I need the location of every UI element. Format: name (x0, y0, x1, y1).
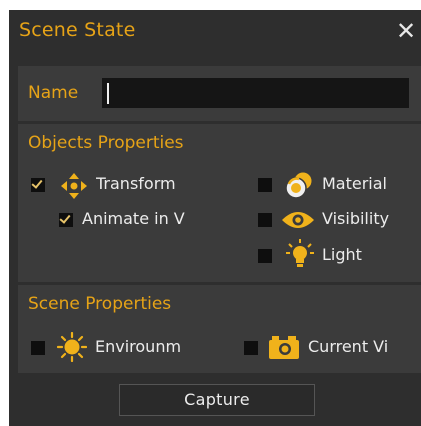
scene-properties-title: Scene Properties (28, 294, 172, 314)
material-checkbox[interactable] (258, 178, 272, 192)
light-checkbox[interactable] (258, 249, 272, 263)
scene-state-dialog: Scene State ✕ Name Objects Properties Tr… (9, 10, 421, 426)
light-bulb-icon (286, 239, 314, 267)
close-button[interactable]: ✕ (395, 18, 417, 44)
camera-icon (269, 336, 299, 359)
environment-label: Envirounm (95, 337, 182, 356)
current-view-checkbox[interactable] (244, 341, 258, 355)
name-input[interactable] (102, 78, 409, 108)
objects-properties-section: Objects Properties Transform Animate in … (18, 124, 421, 282)
check-mark-icon (31, 177, 43, 189)
animate-label: Animate in V (82, 209, 185, 228)
check-mark-icon (59, 212, 71, 224)
eye-icon (282, 212, 314, 228)
light-label: Light (322, 245, 362, 264)
sun-icon (57, 332, 87, 362)
move-arrows-icon (61, 173, 87, 199)
transform-label: Transform (96, 174, 176, 193)
environment-checkbox[interactable] (31, 341, 45, 355)
text-caret (107, 83, 109, 104)
material-spheres-icon (285, 171, 313, 199)
dialog-title: Scene State (19, 19, 136, 41)
title-bar: Scene State ✕ (9, 10, 421, 56)
current-view-label: Current Vi (308, 337, 389, 356)
name-label: Name (28, 83, 79, 103)
scene-properties-section: Scene Properties Envirounm Current Vi (18, 285, 421, 373)
name-section: Name (18, 66, 421, 121)
material-label: Material (322, 174, 387, 193)
capture-button[interactable]: Capture (119, 384, 315, 416)
transform-checkbox[interactable] (31, 177, 45, 192)
visibility-checkbox[interactable] (258, 213, 272, 227)
visibility-label: Visibility (322, 209, 390, 228)
objects-properties-title: Objects Properties (28, 133, 184, 153)
animate-checkbox[interactable] (59, 212, 73, 227)
